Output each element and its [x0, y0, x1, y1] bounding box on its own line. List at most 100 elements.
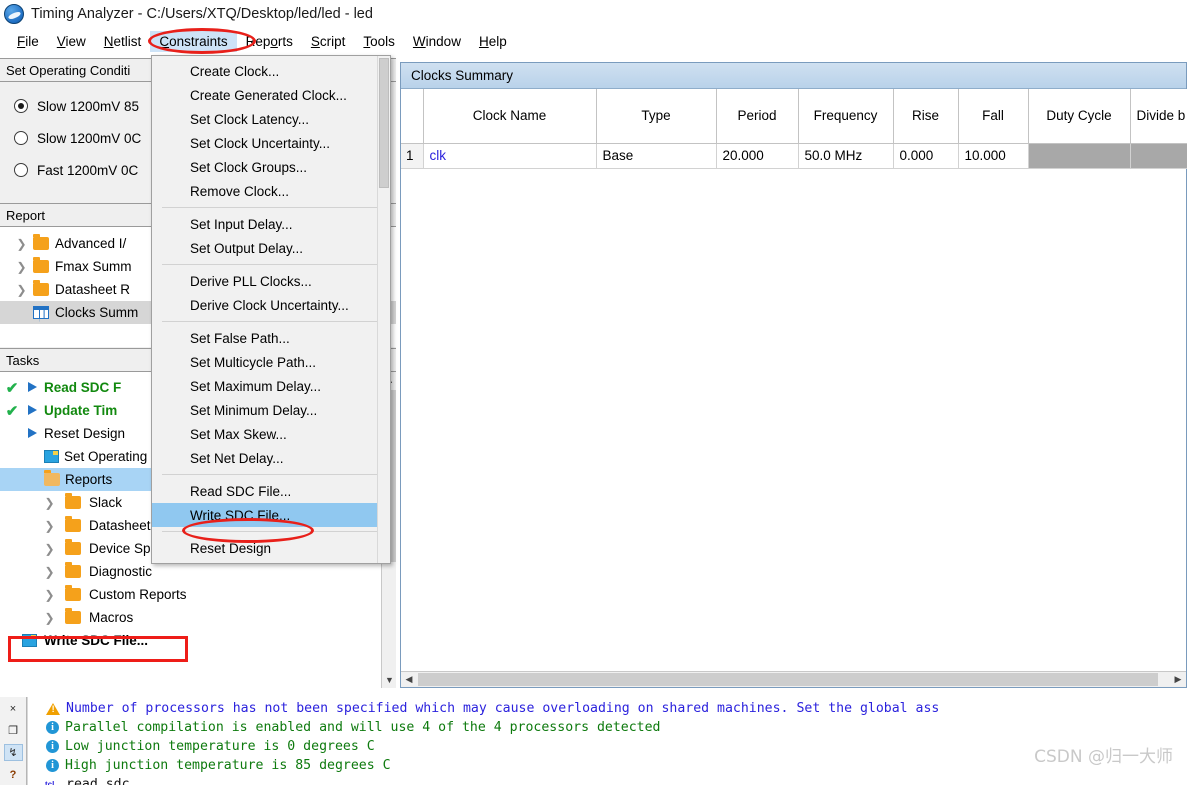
task-label: Read SDC F — [44, 380, 122, 395]
play-icon[interactable] — [25, 427, 39, 440]
column-header-fall[interactable]: Fall — [958, 89, 1029, 144]
scroll-right-arrow-icon[interactable]: ▶ — [1170, 672, 1186, 687]
folder-icon — [65, 516, 81, 532]
column-header-rownum[interactable] — [401, 89, 424, 144]
menu-view[interactable]: View — [48, 31, 95, 52]
pin-icon[interactable]: ↯ — [3, 744, 23, 761]
menu-item-set-clock-uncertainty[interactable]: Set Clock Uncertainty... — [152, 131, 390, 155]
column-header-frequency[interactable]: Frequency — [798, 89, 894, 144]
menu-item-create-clock[interactable]: Create Clock... — [152, 59, 390, 83]
column-header-divide-by[interactable]: Divide b — [1130, 89, 1187, 144]
chevron-right-icon[interactable]: ❯ — [16, 238, 27, 250]
menu-scrollbar-thumb[interactable] — [379, 58, 389, 188]
column-header-duty-cycle[interactable]: Duty Cycle — [1028, 89, 1131, 144]
menu-file[interactable]: File — [8, 31, 48, 52]
menu-item-set-multicycle-path[interactable]: Set Multicycle Path... — [152, 350, 390, 374]
menu-item-set-max-skew[interactable]: Set Max Skew... — [152, 422, 390, 446]
hscrollbar-thumb[interactable] — [418, 673, 1158, 686]
menu-bar: File View Netlist Constraints Reports Sc… — [0, 29, 1187, 54]
radio-button[interactable] — [14, 99, 28, 113]
column-header-clock-name[interactable]: Clock Name — [423, 89, 597, 144]
help-icon[interactable]: ? — [4, 766, 23, 783]
play-icon[interactable] — [25, 381, 39, 394]
play-icon[interactable] — [25, 404, 39, 417]
clocks-summary-hscrollbar[interactable]: ◀ ▶ — [401, 671, 1186, 687]
scroll-left-arrow-icon[interactable]: ◀ — [401, 672, 417, 687]
menu-item-derive-clock-uncertainty[interactable]: Derive Clock Uncertainty... — [152, 293, 390, 317]
log-line: Low junction temperature is 0 degrees C — [28, 737, 1187, 756]
info-icon — [46, 740, 59, 753]
menu-script[interactable]: Script — [302, 31, 355, 52]
chevron-right-icon[interactable]: ❯ — [44, 520, 55, 532]
menu-constraints[interactable]: Constraints — [150, 31, 237, 52]
info-icon — [46, 721, 59, 734]
warning-icon — [46, 702, 60, 716]
constraints-dropdown-menu: Create Clock... Create Generated Clock..… — [151, 55, 391, 564]
chevron-right-icon[interactable]: ❯ — [44, 612, 55, 624]
cell-duty-cycle — [1028, 143, 1131, 169]
menu-separator — [162, 207, 380, 208]
chevron-right-icon[interactable]: ❯ — [44, 566, 55, 578]
menu-window[interactable]: Window — [404, 31, 470, 52]
menu-item-write-sdc-file[interactable]: Write SDC File... — [152, 503, 390, 527]
menu-item-read-sdc-file[interactable]: Read SDC File... — [152, 479, 390, 503]
chevron-right-icon[interactable]: ❯ — [16, 261, 27, 273]
table-header-row: Clock Name Type Period Frequency Rise Fa… — [401, 89, 1187, 144]
clocks-summary-panel: Clocks Summary Clock Name Type Period Fr… — [400, 62, 1187, 688]
menu-item-derive-pll-clocks[interactable]: Derive PLL Clocks... — [152, 269, 390, 293]
menu-item-set-input-delay[interactable]: Set Input Delay... — [152, 212, 390, 236]
tree-item-label: Advanced I/ — [55, 236, 127, 251]
menu-item-set-output-delay[interactable]: Set Output Delay... — [152, 236, 390, 260]
task-label: Datasheet — [89, 518, 151, 533]
cell-row-number: 1 — [401, 143, 424, 169]
log-text: High junction temperature is 85 degrees … — [65, 758, 391, 773]
checkmark-icon: ✔ — [5, 379, 19, 397]
menu-tools[interactable]: Tools — [354, 31, 404, 52]
log-text: Low junction temperature is 0 degrees C — [65, 739, 375, 754]
task-label: Write SDC File... — [44, 633, 149, 648]
column-header-type[interactable]: Type — [596, 89, 717, 144]
menu-item-set-maximum-delay[interactable]: Set Maximum Delay... — [152, 374, 390, 398]
task-row-write-sdc-file[interactable]: Write SDC File... — [0, 629, 396, 652]
menu-scrollbar[interactable] — [377, 56, 390, 563]
menu-item-set-clock-groups[interactable]: Set Clock Groups... — [152, 155, 390, 179]
chevron-right-icon[interactable]: ❯ — [16, 284, 27, 296]
menu-item-set-clock-latency[interactable]: Set Clock Latency... — [152, 107, 390, 131]
menu-item-remove-clock[interactable]: Remove Clock... — [152, 179, 390, 203]
chevron-right-icon[interactable]: ❯ — [44, 497, 55, 509]
folder-icon — [65, 562, 81, 578]
menu-item-set-false-path[interactable]: Set False Path... — [152, 326, 390, 350]
task-row-custom-reports[interactable]: ❯ Custom Reports — [0, 583, 396, 606]
menu-netlist[interactable]: Netlist — [95, 31, 151, 52]
menu-item-set-net-delay[interactable]: Set Net Delay... — [152, 446, 390, 470]
task-row-macros[interactable]: ❯ Macros — [0, 606, 396, 629]
column-header-rise[interactable]: Rise — [893, 89, 959, 144]
restore-icon[interactable]: ❐ — [4, 722, 23, 739]
menu-item-reset-design[interactable]: Reset Design — [152, 536, 390, 560]
clocks-summary-title: Clocks Summary — [401, 63, 1186, 89]
cell-frequency: 50.0 MHz — [798, 143, 894, 169]
grid-icon — [33, 306, 49, 319]
close-icon[interactable]: × — [4, 700, 23, 717]
radio-button[interactable] — [14, 131, 28, 145]
task-label: Macros — [89, 610, 134, 625]
log-line: Number of processors has not been specif… — [28, 699, 1187, 718]
menu-item-set-minimum-delay[interactable]: Set Minimum Delay... — [152, 398, 390, 422]
clocks-summary-table: Clock Name Type Period Frequency Rise Fa… — [401, 89, 1187, 169]
menu-item-create-generated-clock[interactable]: Create Generated Clock... — [152, 83, 390, 107]
cell-clock-name[interactable]: clk — [423, 143, 597, 169]
cell-divide-by — [1130, 143, 1187, 169]
radio-label: Fast 1200mV 0C — [37, 162, 139, 178]
radio-button[interactable] — [14, 163, 28, 177]
task-label: Diagnostic — [89, 564, 153, 579]
task-label: Reset Design — [44, 426, 126, 441]
menu-reports[interactable]: Reports — [237, 31, 302, 52]
menu-file-label: ile — [25, 34, 39, 49]
menu-help[interactable]: Help — [470, 31, 516, 52]
tree-item-label: Datasheet R — [55, 282, 131, 297]
column-header-period[interactable]: Period — [716, 89, 799, 144]
chevron-right-icon[interactable]: ❯ — [44, 589, 55, 601]
scroll-down-arrow-icon[interactable]: ▼ — [382, 672, 396, 688]
table-row[interactable]: 1 clk Base 20.000 50.0 MHz 0.000 10.000 — [401, 143, 1187, 169]
chevron-right-icon[interactable]: ❯ — [44, 543, 55, 555]
